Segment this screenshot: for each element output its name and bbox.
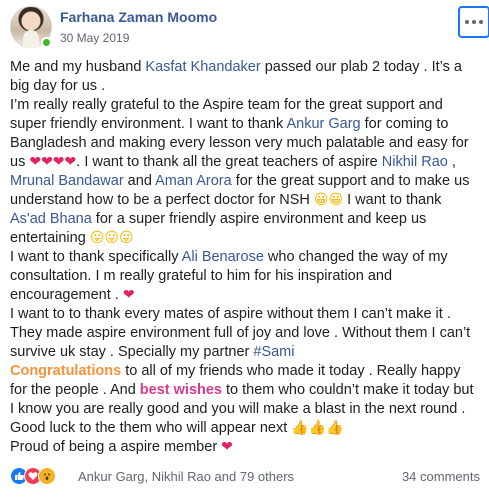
post-header: Farhana Zaman Moomo 30 May 2019 [10, 6, 489, 50]
post-paragraph: Me and my husband Kasfat Khandaker passe… [10, 59, 462, 94]
comments-count-link[interactable]: 34 comments [402, 469, 480, 484]
heart-emoji-icon: ❤❤❤❤ [29, 154, 77, 170]
post-paragraph: I’m really really grateful to the Aspire… [10, 97, 470, 246]
congratulations-text: Congratulations [10, 363, 122, 379]
heart-emoji-icon: ❤ [122, 287, 135, 303]
mention-asad-bhana[interactable]: As'ad Bhana [10, 211, 92, 227]
post-paragraph: Proud of being a aspire member ❤ [10, 439, 233, 455]
post-paragraph: I want to to thank every mates of aspire… [10, 306, 471, 360]
heart-emoji-icon: ❤ [221, 439, 233, 455]
facebook-post: Farhana Zaman Moomo 30 May 2019 Me and m… [0, 0, 489, 501]
post-paragraph: I want to thank specifically Ali Benaros… [10, 249, 448, 303]
post-timestamp[interactable]: 30 May 2019 [60, 31, 129, 45]
reaction-icons[interactable] [10, 467, 56, 485]
post-body: Me and my husband Kasfat Khandaker passe… [10, 58, 480, 457]
grinning-emoji-icon: 😀😀 [313, 192, 344, 208]
mention-ankur-garg[interactable]: Ankur Garg [286, 116, 360, 132]
thumbs-up-emoji-icon: 👍👍👍 [291, 420, 344, 436]
post-paragraph: Congratulations to all of my friends who… [10, 363, 474, 436]
wow-reaction-icon [38, 467, 56, 485]
best-wishes-text: best wishes [139, 382, 222, 398]
mention-kasfat-khandaker[interactable]: Kasfat Khandaker [145, 59, 260, 75]
author-name-link[interactable]: Farhana Zaman Moomo [60, 9, 217, 25]
avatar[interactable] [10, 6, 52, 48]
tongue-emoji-icon: 😛😛😛 [89, 230, 134, 246]
mention-nikhil-rao[interactable]: Nikhil Rao [382, 154, 448, 170]
mention-ali-benarose[interactable]: Ali Benarose [182, 249, 264, 265]
more-options-icon [465, 20, 483, 24]
post-footer: Ankur Garg, Nikhil Rao and 79 others 34 … [10, 466, 480, 488]
hashtag-sami[interactable]: #Sami [253, 344, 294, 360]
mention-aman-arora[interactable]: Aman Arora [155, 173, 232, 189]
online-status-indicator [41, 37, 52, 48]
more-options-button[interactable] [458, 6, 489, 38]
reactors-link[interactable]: Ankur Garg, Nikhil Rao and 79 others [78, 469, 294, 484]
mention-mrunal-bandawar[interactable]: Mrunal Bandawar [10, 173, 124, 189]
